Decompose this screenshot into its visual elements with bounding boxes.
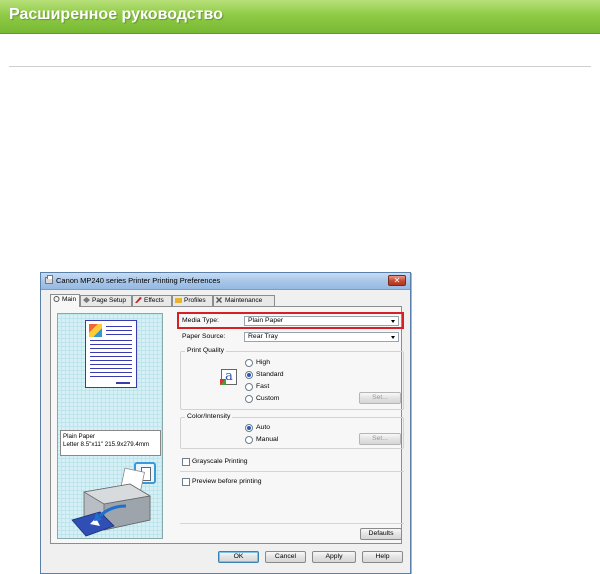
quality-set-button[interactable]: Set... <box>359 392 401 404</box>
color-manual-radio[interactable]: Manual <box>245 436 278 444</box>
doc-header: Расширенное руководство <box>0 0 600 34</box>
print-quality-icon: a <box>220 369 237 385</box>
printing-preferences-dialog: Canon MP240 series Printer Printing Pref… <box>40 272 411 574</box>
apply-button[interactable]: Apply <box>312 551 356 563</box>
separator <box>180 471 404 472</box>
tab-main-label: Main <box>62 296 77 303</box>
image-thumbnail-icon <box>89 324 102 337</box>
separator <box>180 523 404 524</box>
quality-fast-radio[interactable]: Fast <box>245 383 269 391</box>
paper-name: Plain Paper <box>63 433 95 440</box>
grayscale-checkbox[interactable]: Grayscale Printing <box>182 458 248 466</box>
page-setup-icon <box>83 297 90 303</box>
main-tab-panel: Plain Paper Letter 8.5"x11" 215.9x279.4m… <box>50 306 404 544</box>
media-type-value: Plain Paper <box>248 317 284 324</box>
maintenance-icon <box>216 297 222 303</box>
doc-title: Расширенное руководство <box>9 6 223 23</box>
color-intensity-group: Color/Intensity Auto Manual Set... <box>180 413 404 449</box>
paper-source-select[interactable]: Rear Tray <box>244 332 399 342</box>
tab-effects-label: Effects <box>144 297 164 304</box>
quality-standard-radio[interactable]: Standard <box>245 371 284 379</box>
cancel-button[interactable]: Cancel <box>265 551 306 563</box>
main-tab-icon <box>53 296 60 302</box>
chevron-down-icon <box>391 320 395 323</box>
tab-maintenance[interactable]: Maintenance <box>213 295 275 306</box>
quality-custom-radio[interactable]: Custom <box>245 395 279 403</box>
tab-profiles-label: Profiles <box>184 297 206 304</box>
print-quality-title: Print Quality <box>185 347 227 354</box>
tab-profiles[interactable]: Profiles <box>172 295 213 306</box>
ok-button[interactable]: OK <box>218 551 259 563</box>
profiles-icon <box>175 298 182 303</box>
paper-source-value: Rear Tray <box>248 333 278 340</box>
media-type-label: Media Type: <box>182 317 219 324</box>
defaults-button[interactable]: Defaults <box>360 528 402 540</box>
tab-page-setup[interactable]: Page Setup <box>80 295 132 306</box>
color-set-button[interactable]: Set... <box>359 433 401 445</box>
paper-source-label: Paper Source: <box>182 333 226 340</box>
dialog-titlebar[interactable]: Canon MP240 series Printer Printing Pref… <box>41 273 410 290</box>
close-button[interactable]: ✕ <box>388 275 406 286</box>
color-intensity-title: Color/Intensity <box>185 413 233 420</box>
tab-page-setup-label: Page Setup <box>92 297 126 304</box>
quality-high-radio[interactable]: High <box>245 359 270 367</box>
tab-main[interactable]: Main <box>50 294 80 307</box>
paper-size: Letter 8.5"x11" 215.9x279.4mm <box>63 441 150 448</box>
print-quality-group: Print Quality a High Standard Fast Custo… <box>180 347 404 410</box>
tab-maintenance-label: Maintenance <box>225 297 263 304</box>
page-preview <box>85 320 137 388</box>
printer-icon <box>45 275 53 284</box>
color-auto-radio[interactable]: Auto <box>245 424 270 432</box>
help-button[interactable]: Help <box>362 551 403 563</box>
preview-before-printing-checkbox[interactable]: Preview before printing <box>182 478 262 486</box>
chevron-down-icon <box>391 336 395 339</box>
paper-info-label: Plain Paper Letter 8.5"x11" 215.9x279.4m… <box>60 430 161 456</box>
print-preview-area: Plain Paper Letter 8.5"x11" 215.9x279.4m… <box>57 313 163 539</box>
printer-illustration-icon <box>71 467 152 537</box>
tab-effects[interactable]: Effects <box>132 295 172 306</box>
effects-icon <box>135 297 142 303</box>
divider <box>9 66 591 67</box>
media-type-select[interactable]: Plain Paper <box>244 316 399 326</box>
dialog-title: Canon MP240 series Printer Printing Pref… <box>56 276 221 285</box>
